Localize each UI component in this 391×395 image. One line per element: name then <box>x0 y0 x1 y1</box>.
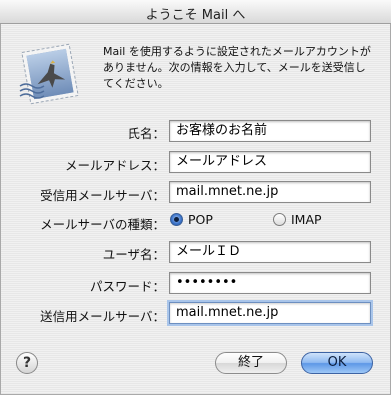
radio-pop-label: POP <box>188 212 213 227</box>
user-name-label: ユーザ名： <box>102 247 165 262</box>
password-label: パスワード： <box>89 279 165 294</box>
email-field[interactable]: メールアドレス <box>169 151 371 173</box>
radio-pop-button[interactable] <box>170 213 183 226</box>
name-label: 氏名： <box>127 126 165 141</box>
radio-imap-button[interactable] <box>273 213 286 226</box>
name-field[interactable]: お客様のお名前 <box>169 120 371 142</box>
email-label: メールアドレス： <box>64 158 165 173</box>
outgoing-server-field[interactable]: mail.mnet.ne.jp <box>169 302 371 324</box>
password-field[interactable]: •••••••• <box>169 272 371 294</box>
ok-button[interactable]: OK <box>301 352 373 374</box>
intro-text: Mail を使用するように設定されたメールアカウントがありません。次の情報を入力… <box>103 45 371 90</box>
radio-imap[interactable]: IMAP <box>273 212 322 227</box>
user-name-field[interactable]: メールＩＤ <box>169 241 371 263</box>
window-title: ようこそ Mail へ <box>145 8 246 23</box>
help-icon: ? <box>22 355 32 371</box>
radio-pop[interactable]: POP <box>170 212 213 227</box>
outgoing-server-label: 送信用メールサーバ： <box>40 309 165 324</box>
quit-button[interactable]: 終了 <box>215 352 287 374</box>
radio-imap-label: IMAP <box>291 212 322 227</box>
incoming-server-label: 受信用メールサーバ： <box>40 188 165 203</box>
title-bar: ようこそ Mail へ <box>0 0 391 24</box>
incoming-server-field[interactable]: mail.mnet.ne.jp <box>169 181 371 203</box>
welcome-dialog: ようこそ Mail へ Mail を使用するように設定されたメールアカウントがあ… <box>0 0 391 395</box>
server-type-label: メールサーバの種類： <box>40 217 165 232</box>
mail-stamp-icon <box>19 43 79 105</box>
help-button[interactable]: ? <box>16 352 38 374</box>
